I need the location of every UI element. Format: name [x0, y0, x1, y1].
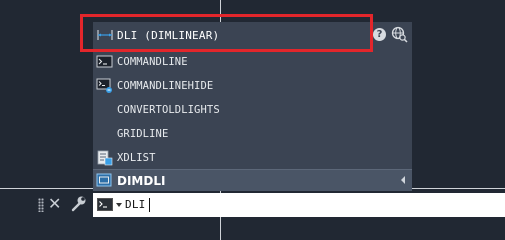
- command-line-bar: ✕ DLI: [0, 190, 505, 240]
- command-line-icon: [96, 55, 113, 68]
- close-icon[interactable]: ✕: [48, 194, 61, 213]
- category-label: DIMDLI: [117, 174, 166, 188]
- suggestion-list: COMMANDLINE COMMANDLINEHIDE CONVERTOLDLI…: [93, 50, 412, 170]
- suggestion-label: XDLIST: [117, 152, 156, 164]
- drag-grip-icon[interactable]: [38, 198, 44, 212]
- command-input-text: DLI: [125, 198, 146, 211]
- command-line-hide-icon: [96, 78, 112, 93]
- xdlist-icon: [97, 150, 113, 166]
- suggestion-item-gridline[interactable]: GRIDLINE: [93, 122, 412, 146]
- command-prompt-icon[interactable]: [97, 198, 113, 211]
- suggestion-item-xdlist[interactable]: XDLIST: [93, 146, 412, 170]
- expand-arrow-icon[interactable]: [401, 176, 405, 184]
- suggestion-category-dimdli[interactable]: DIMDLI: [93, 169, 412, 191]
- suggestion-item-commandlinehide[interactable]: COMMANDLINEHIDE: [93, 74, 412, 98]
- system-variable-icon: [96, 173, 112, 187]
- suggestion-label: CONVERTOLDLIGHTS: [117, 104, 220, 116]
- text-caret: [149, 198, 150, 212]
- suggestion-label: GRIDLINE: [117, 128, 169, 140]
- wrench-icon[interactable]: [70, 195, 87, 212]
- suggestion-item-commandline[interactable]: COMMANDLINE: [93, 50, 412, 74]
- highlight-annotation-box: [80, 14, 373, 52]
- chevron-down-icon[interactable]: [116, 203, 122, 207]
- suggestion-item-convertoldlights[interactable]: CONVERTOLDLIGHTS: [93, 98, 412, 122]
- globe-search-icon[interactable]: [391, 26, 408, 43]
- command-input[interactable]: DLI: [93, 193, 505, 217]
- suggestion-label: COMMANDLINE: [117, 56, 188, 68]
- help-icon[interactable]: ?: [373, 28, 386, 41]
- suggestion-label: COMMANDLINEHIDE: [117, 80, 214, 92]
